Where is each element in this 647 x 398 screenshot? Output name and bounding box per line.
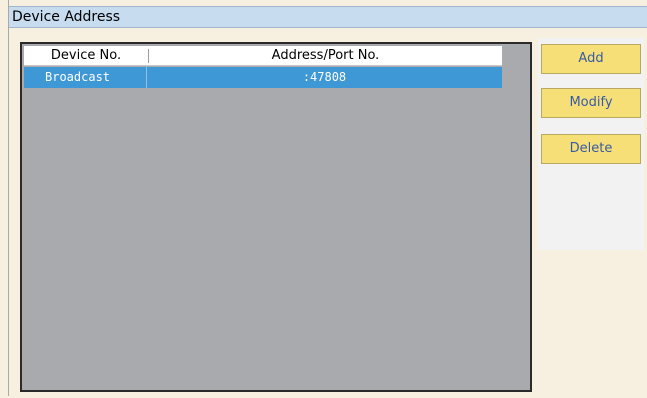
button-column: Add Modify Delete <box>538 38 644 250</box>
device-address-list[interactable]: Device No. Address/Port No. Broadcast :4… <box>20 42 532 392</box>
panel-title: Device Address <box>9 6 647 28</box>
cell-device-no: Broadcast <box>45 70 111 84</box>
cell-address-port: :47808 <box>302 70 347 84</box>
delete-button[interactable]: Delete <box>541 134 641 164</box>
add-button[interactable]: Add <box>541 44 641 74</box>
column-header-address-port[interactable]: Address/Port No. <box>149 46 502 65</box>
modify-button[interactable]: Modify <box>541 88 641 118</box>
column-header-device-no[interactable]: Device No. <box>24 46 148 65</box>
table-row[interactable]: Broadcast :47808 <box>24 67 502 88</box>
list-header: Device No. Address/Port No. <box>24 46 502 66</box>
